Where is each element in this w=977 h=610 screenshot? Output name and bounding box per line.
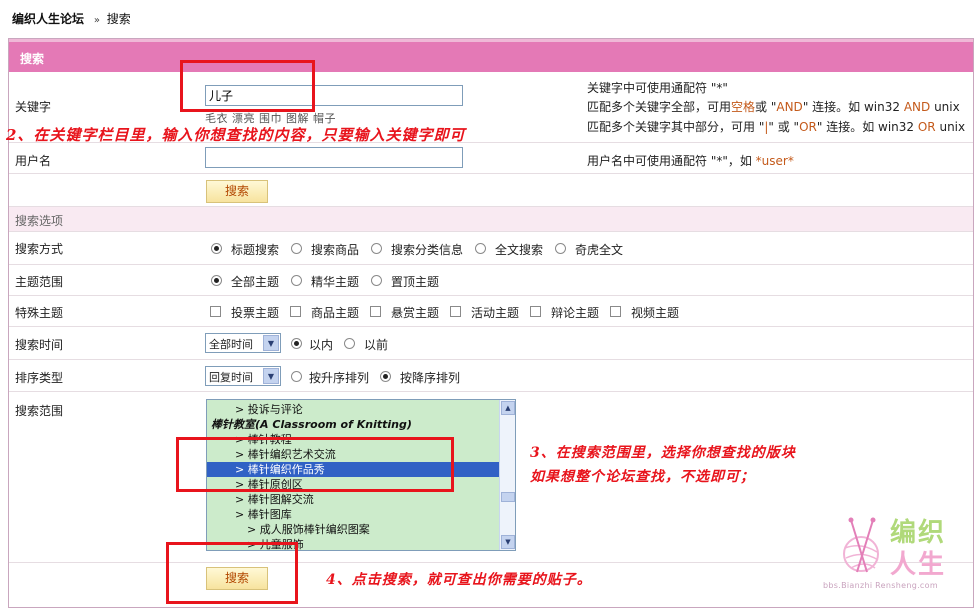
radio-mode-title[interactable] xyxy=(211,243,222,254)
breadcrumb-home-link[interactable]: 编织人生论坛 xyxy=(12,12,84,26)
special-topic-label: 特殊主题 xyxy=(15,306,64,320)
search-mode-label: 搜索方式 xyxy=(15,242,64,256)
annotation-step-3-line-2: 如果想整个论坛查找，不选即可； xyxy=(530,469,755,485)
order-field-select[interactable]: 回复时间 ▼ xyxy=(205,366,281,386)
order-type-label: 排序类型 xyxy=(15,371,64,385)
forum-item[interactable]: > 棒针图解交流 xyxy=(207,492,499,507)
yarn-ball-icon xyxy=(843,517,879,573)
radio-scope-sticky[interactable] xyxy=(371,275,382,286)
username-input[interactable] xyxy=(205,147,463,168)
checkbox-poll[interactable] xyxy=(210,306,221,317)
search-button-highlight-box xyxy=(166,542,298,604)
mode-option-fulltext: 全文搜索 xyxy=(495,243,544,257)
watermark-line-2: 人生 xyxy=(890,550,947,580)
search-options-title: 搜索选项 xyxy=(15,214,64,228)
scroll-down-icon[interactable]: ▼ xyxy=(501,535,515,549)
keyword-tip-line2: 匹配多个关键字全部，可用空格或 "AND" 连接。如 win32 AND uni… xyxy=(587,100,960,114)
order-type-row: 排序类型 回复时间 ▼ 按升序排列 按降序排列 xyxy=(9,360,973,392)
checkbox-video[interactable] xyxy=(610,306,621,317)
topic-scope-row: 主题范围 全部主题 精华主题 置顶主题 xyxy=(9,265,973,296)
username-label: 用户名 xyxy=(15,154,52,168)
forum-range-label: 搜索范围 xyxy=(15,404,64,418)
special-topic-row: 特殊主题 投票主题 商品主题 悬赏主题 活动主题 辩论主题 视频主题 xyxy=(9,296,973,327)
search-button-top[interactable]: 搜索 xyxy=(206,180,268,203)
listbox-scrollbar[interactable]: ▲ ▼ xyxy=(499,400,515,550)
special-option-video: 视频主题 xyxy=(631,306,680,320)
breadcrumb: 编织人生论坛 » 搜索 xyxy=(12,10,131,27)
forum-category-item[interactable]: 棒针教室(A Classroom of Knitting) xyxy=(207,417,499,432)
forum-range-highlight-box xyxy=(176,437,454,492)
radio-mode-fulltext[interactable] xyxy=(475,243,486,254)
keyword-highlight-box xyxy=(180,60,315,112)
forum-item[interactable]: > 投诉与评论 xyxy=(207,402,499,417)
breadcrumb-separator: » xyxy=(93,15,100,26)
watermark-url: bbs.Bianzhi Rensheng.com xyxy=(823,581,938,590)
annotation-step-2: 2、在关键字栏目里，输入你想查找的内容，只要输入关键字即可 xyxy=(6,126,466,144)
radio-order-desc[interactable] xyxy=(380,371,391,382)
forum-item[interactable]: > 棒针图库 xyxy=(207,507,499,522)
search-panel-header: 搜索 xyxy=(9,39,973,72)
chevron-down-icon: ▼ xyxy=(263,368,279,384)
radio-mode-goods[interactable] xyxy=(291,243,302,254)
special-option-debate: 辩论主题 xyxy=(551,306,600,320)
time-option-within: 以内 xyxy=(309,338,334,352)
order-field-value: 回复时间 xyxy=(209,371,253,384)
mode-option-classified: 搜索分类信息 xyxy=(391,243,464,257)
checkbox-reward[interactable] xyxy=(370,306,381,317)
time-option-before: 以前 xyxy=(364,338,389,352)
forum-watermark-logo: 编织 人生 bbs.Bianzhi Rensheng.com xyxy=(815,510,975,604)
annotation-step-3-line-1: 3、在搜索范围里，选择你想查找的版块 xyxy=(530,445,796,461)
checkbox-activity[interactable] xyxy=(450,306,461,317)
search-options-header: 搜索选项 xyxy=(9,206,973,232)
radio-time-within[interactable] xyxy=(291,338,302,349)
scope-option-all: 全部主题 xyxy=(231,275,280,289)
radio-scope-digest[interactable] xyxy=(291,275,302,286)
scope-option-digest: 精华主题 xyxy=(311,275,360,289)
search-time-label: 搜索时间 xyxy=(15,338,64,352)
chevron-down-icon: ▼ xyxy=(263,335,279,351)
scroll-thumb[interactable] xyxy=(501,492,515,502)
order-option-asc: 按升序排列 xyxy=(309,371,370,385)
mode-option-qihoo: 奇虎全文 xyxy=(575,243,624,257)
annotation-step-4: 4、点击搜索，就可查出你需要的贴子。 xyxy=(326,572,592,588)
radio-mode-classified[interactable] xyxy=(371,243,382,254)
special-option-goods: 商品主题 xyxy=(311,306,360,320)
special-option-reward: 悬赏主题 xyxy=(391,306,440,320)
order-option-desc: 按降序排列 xyxy=(400,371,461,385)
search-mode-row: 搜索方式 标题搜索 搜索商品 搜索分类信息 全文搜索 奇虎全文 xyxy=(9,233,973,265)
username-row: 用户名 用户名中可使用通配符 "*"，如 *user* xyxy=(9,143,973,174)
radio-time-before[interactable] xyxy=(344,338,355,349)
forum-item[interactable]: > 成人服饰棒针编织图案 xyxy=(207,522,499,537)
special-option-poll: 投票主题 xyxy=(231,306,280,320)
radio-order-asc[interactable] xyxy=(291,371,302,382)
checkbox-debate[interactable] xyxy=(530,306,541,317)
radio-scope-all[interactable] xyxy=(211,275,222,286)
username-tip: 用户名中可使用通配符 "*"，如 *user* xyxy=(587,154,794,168)
search-time-row: 搜索时间 全部时间 ▼ 以内 以前 xyxy=(9,327,973,360)
keyword-label: 关键字 xyxy=(15,100,52,114)
radio-mode-qihoo[interactable] xyxy=(555,243,566,254)
topic-scope-label: 主题范围 xyxy=(15,275,64,289)
special-option-activity: 活动主题 xyxy=(471,306,520,320)
mode-option-title: 标题搜索 xyxy=(231,243,280,257)
breadcrumb-current: 搜索 xyxy=(106,12,131,26)
mode-option-goods: 搜索商品 xyxy=(311,243,360,257)
keyword-tip-line3: 匹配多个关键字其中部分，可用 "|" 或 "OR" 连接。如 win32 OR … xyxy=(587,120,966,134)
time-range-value: 全部时间 xyxy=(209,338,253,351)
keyword-tip-line1: 关键字中可使用通配符 "*" xyxy=(587,81,728,95)
scope-option-sticky: 置顶主题 xyxy=(391,275,440,289)
time-range-select[interactable]: 全部时间 ▼ xyxy=(205,333,281,353)
search-panel-title: 搜索 xyxy=(20,52,45,66)
scroll-up-icon[interactable]: ▲ xyxy=(501,401,515,415)
checkbox-goods[interactable] xyxy=(290,306,301,317)
